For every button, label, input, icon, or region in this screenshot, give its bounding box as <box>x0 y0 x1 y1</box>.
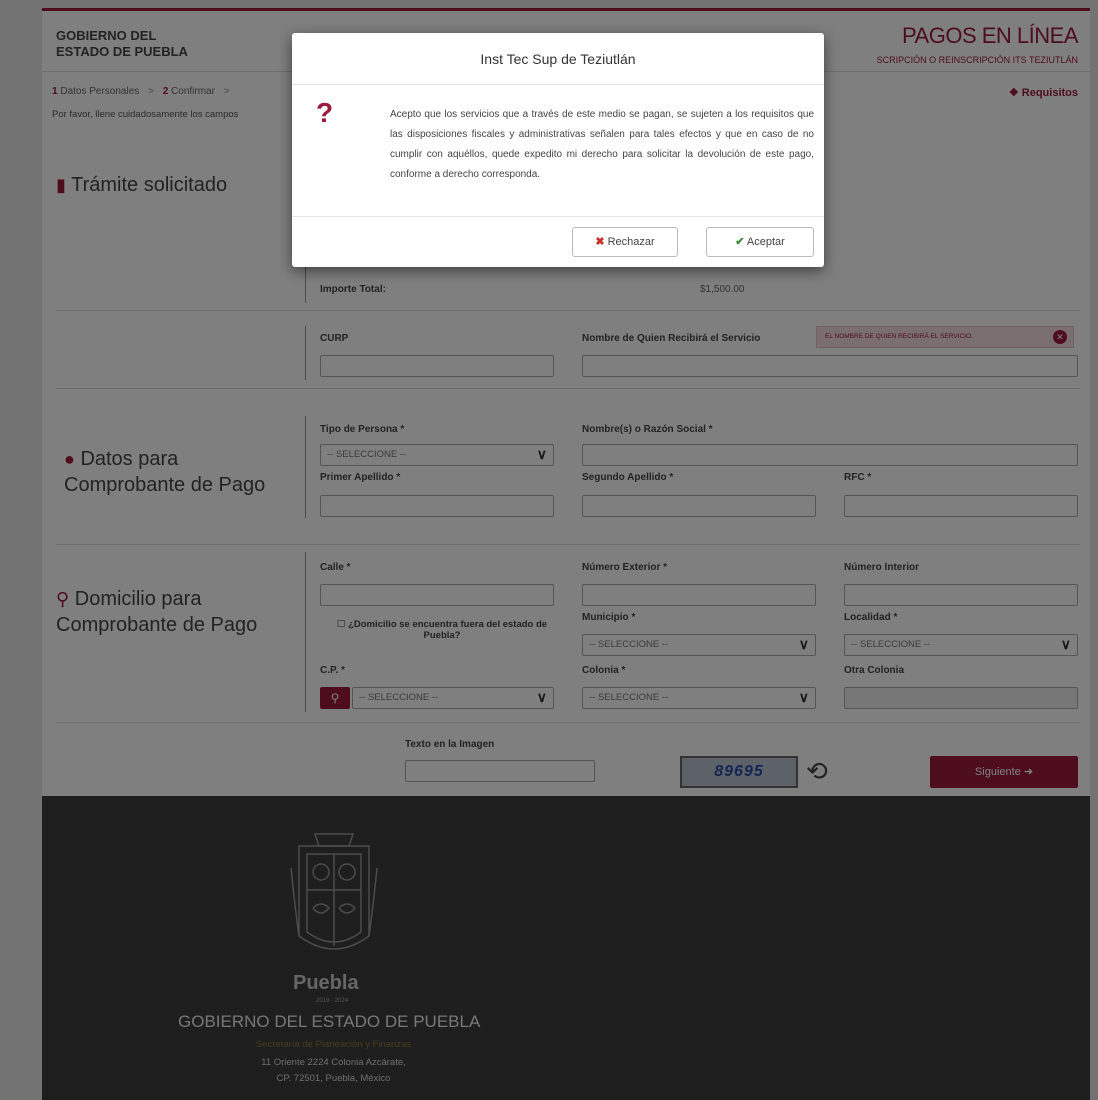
reject-button[interactable]: ✖ Rechazar <box>572 227 678 257</box>
confirmation-dialog: Inst Tec Sup de Teziutlán ? Acepto que l… <box>292 33 824 267</box>
close-icon: ✖ <box>595 236 605 248</box>
dialog-title: Inst Tec Sup de Teziutlán <box>292 33 824 85</box>
question-icon: ? <box>316 97 334 128</box>
check-icon: ✔ <box>735 236 745 248</box>
accept-button[interactable]: ✔ Aceptar <box>706 227 814 257</box>
dialog-footer <box>292 216 824 217</box>
dialog-message: Acepto que los servicios que a través de… <box>390 109 814 180</box>
